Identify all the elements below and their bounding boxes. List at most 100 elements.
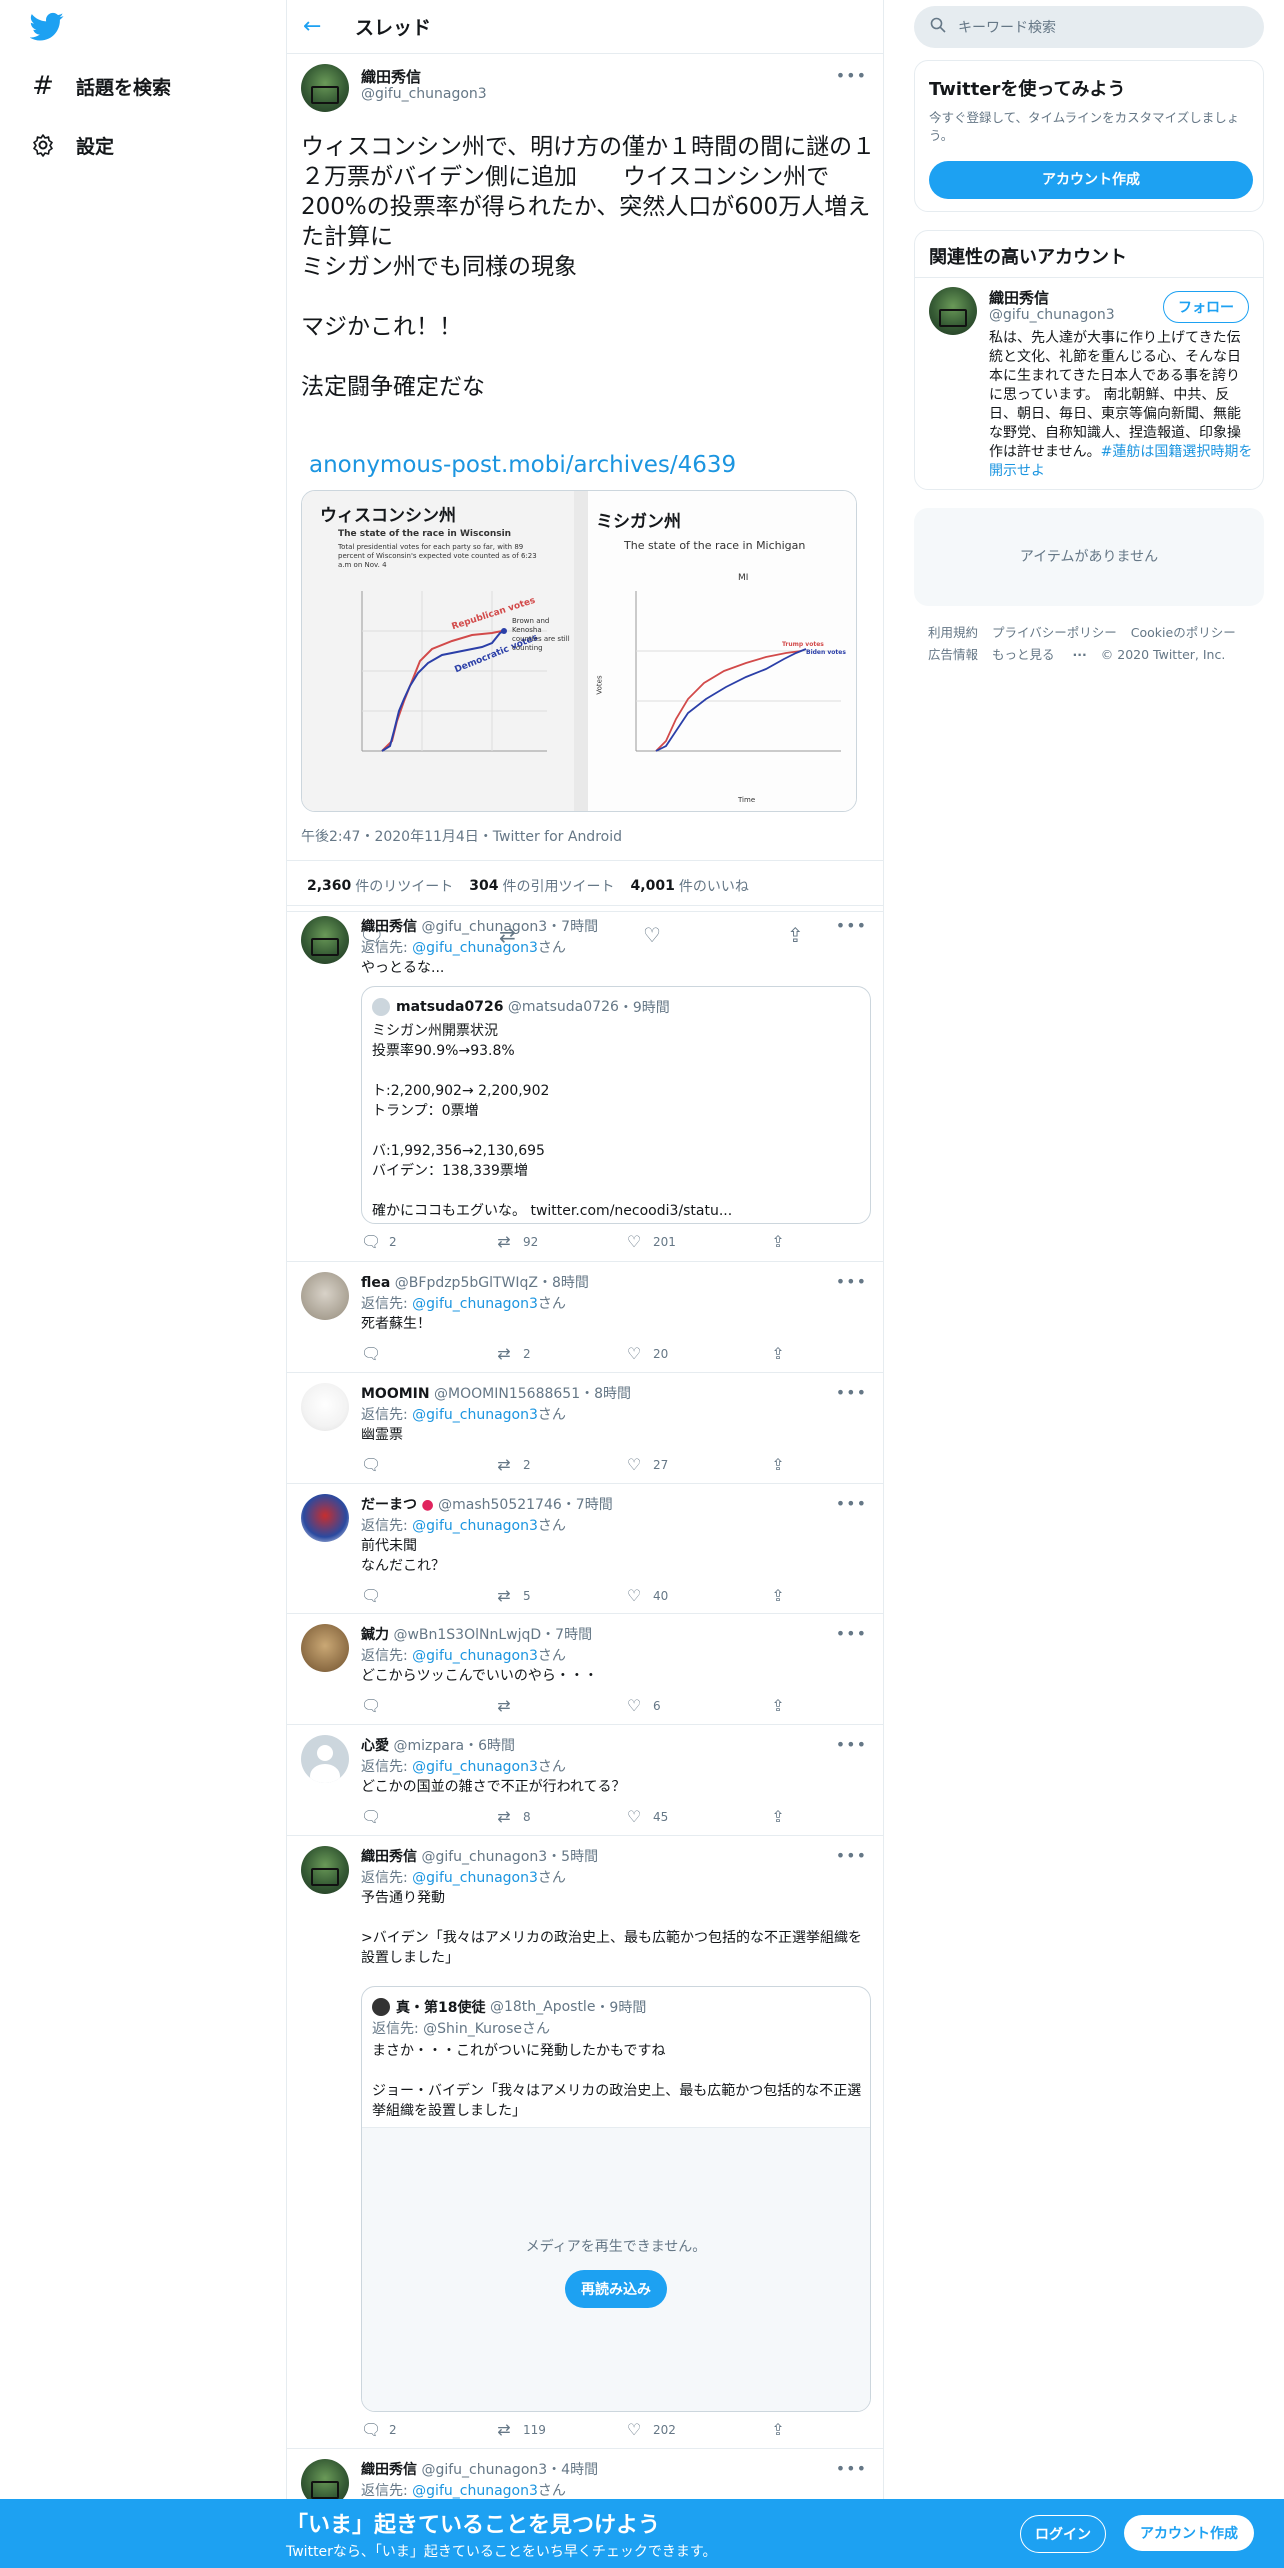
related-name[interactable]: 織田秀信 — [989, 287, 1049, 308]
more-options-icon[interactable]: ••• — [836, 1494, 867, 1513]
reply-handle[interactable]: @gifu_chunagon3 — [421, 1849, 547, 1865]
reply-time[interactable]: ・8時間 — [538, 1275, 589, 1291]
share-icon[interactable]: ⇪ — [769, 1344, 787, 1363]
reply-to-link[interactable]: @gifu_chunagon3 — [412, 1407, 538, 1423]
like-icon[interactable]: ♡ — [625, 2420, 643, 2439]
reply-name[interactable]: 織田秀信 — [361, 2462, 417, 2478]
reply-icon[interactable]: 🗨 — [361, 2420, 381, 2439]
banner-signup-button[interactable]: アカウント作成 — [1124, 2515, 1254, 2551]
footer-cookies[interactable]: Cookieのポリシー — [1131, 625, 1236, 640]
share-icon[interactable]: ⇪ — [769, 1455, 787, 1474]
share-icon[interactable]: ⇪ — [769, 1807, 787, 1826]
reply-handle[interactable]: @mash50521746 — [438, 1497, 562, 1513]
follow-button[interactable]: フォロー — [1163, 291, 1249, 323]
quoted-tweet[interactable]: matsuda0726 @matsuda0726 ・9時間 ミシガン州開票状況 投… — [361, 986, 871, 1224]
tweet-link[interactable]: anonymous-post.mobi/archives/4639 — [309, 452, 736, 478]
reply-time[interactable]: ・7時間 — [547, 919, 598, 935]
reply-to-link[interactable]: @gifu_chunagon3 — [412, 1648, 538, 1664]
reply-tweet[interactable]: flea @BFpdzp5bGlTWIqZ・8時間 ••• 返信先: @gifu… — [287, 1262, 883, 1373]
more-options-icon[interactable]: ••• — [836, 66, 867, 85]
like-icon[interactable]: ♡ — [625, 1586, 643, 1605]
related-handle[interactable]: @gifu_chunagon3 — [989, 307, 1115, 323]
reply-tweet[interactable]: 織田秀信 @gifu_chunagon3・5時間 ••• 返信先: @gifu_… — [287, 1836, 883, 2449]
footer-terms[interactable]: 利用規約 — [928, 625, 978, 640]
tweet-timestamp[interactable]: 午後2:47・2020年11月4日・Twitter for Android — [301, 826, 622, 846]
share-icon[interactable]: ⇪ — [769, 1232, 787, 1251]
create-account-button[interactable]: アカウント作成 — [929, 161, 1253, 199]
reply-time[interactable]: ・5時間 — [547, 1849, 598, 1865]
quotes-count[interactable]: 304 — [469, 878, 498, 894]
avatar[interactable] — [301, 1624, 349, 1672]
twitter-logo-icon[interactable] — [30, 12, 64, 42]
retweets-label[interactable]: 件のリツイート — [355, 876, 453, 896]
like-icon[interactable]: ♡ — [625, 1455, 643, 1474]
reply-time[interactable]: ・6時間 — [464, 1738, 515, 1754]
reply-handle[interactable]: @MOOMIN15688651 — [434, 1386, 580, 1402]
avatar[interactable] — [301, 916, 349, 964]
reply-time[interactable]: ・7時間 — [541, 1627, 592, 1643]
back-arrow-icon[interactable]: ← — [303, 14, 343, 39]
like-icon[interactable]: ♡ — [625, 1696, 643, 1715]
reply-time[interactable]: ・7時間 — [562, 1497, 613, 1513]
footer-more[interactable]: もっと見る ··· — [992, 647, 1087, 662]
login-button[interactable]: ログイン — [1020, 2515, 1106, 2553]
reply-name[interactable]: だーまつ — [361, 1497, 417, 1513]
reply-icon[interactable]: 🗨 — [361, 1696, 381, 1715]
share-icon[interactable]: ⇪ — [769, 1696, 787, 1715]
nav-settings[interactable]: 設定 — [30, 125, 114, 165]
more-options-icon[interactable]: ••• — [836, 1272, 867, 1291]
related-avatar[interactable] — [929, 287, 977, 335]
likes-count[interactable]: 4,001 — [631, 878, 675, 894]
quotes-label[interactable]: 件の引用ツイート — [503, 876, 615, 896]
reply-to-link[interactable]: @gifu_chunagon3 — [412, 1296, 538, 1312]
like-icon[interactable]: ♡ — [625, 1232, 643, 1251]
reply-to-link[interactable]: @gifu_chunagon3 — [412, 1870, 538, 1886]
reply-name[interactable]: 心愛 — [361, 1738, 389, 1754]
reply-icon[interactable]: 🗨 — [361, 1232, 381, 1251]
reply-tweet[interactable]: だーまつ ● @mash50521746・7時間 ••• 返信先: @gifu_… — [287, 1484, 883, 1614]
reply-name[interactable]: MOOMIN — [361, 1386, 430, 1402]
share-icon[interactable]: ⇪ — [769, 2420, 787, 2439]
reply-icon[interactable]: 🗨 — [361, 1807, 381, 1826]
tweet-media-image[interactable]: ウィスコンシン州 The state of the race in Wiscon… — [301, 490, 857, 812]
more-options-icon[interactable]: ••• — [836, 2459, 867, 2478]
reply-to-link[interactable]: @gifu_chunagon3 — [412, 1759, 538, 1775]
retweet-icon[interactable]: ⇄ — [495, 1232, 513, 1251]
like-icon[interactable]: ♡ — [625, 1344, 643, 1363]
reply-handle[interactable]: @gifu_chunagon3 — [421, 2462, 547, 2478]
reply-icon[interactable]: 🗨 — [361, 1344, 381, 1363]
more-options-icon[interactable]: ••• — [836, 1846, 867, 1865]
reply-handle[interactable]: @BFpdzp5bGlTWIqZ — [395, 1275, 538, 1291]
more-options-icon[interactable]: ••• — [836, 1735, 867, 1754]
retweet-icon[interactable]: ⇄ — [495, 1696, 513, 1715]
retweets-count[interactable]: 2,360 — [307, 878, 351, 894]
more-options-icon[interactable]: ••• — [836, 1383, 867, 1402]
retweet-icon[interactable]: ⇄ — [495, 1344, 513, 1363]
like-icon[interactable]: ♡ — [625, 1807, 643, 1826]
reply-time[interactable]: ・8時間 — [580, 1386, 631, 1402]
reply-to-link[interactable]: @gifu_chunagon3 — [412, 2483, 538, 2499]
avatar[interactable] — [301, 1272, 349, 1320]
retweet-icon[interactable]: ⇄ — [495, 1807, 513, 1826]
author-name[interactable]: 織田秀信 — [361, 66, 421, 87]
reply-name[interactable]: 織田秀信 — [361, 1849, 417, 1865]
author-handle[interactable]: @gifu_chunagon3 — [361, 86, 487, 102]
reply-name[interactable]: 鍼力 — [361, 1627, 389, 1643]
avatar[interactable] — [301, 1846, 349, 1894]
retweet-icon[interactable]: ⇄ — [495, 2420, 513, 2439]
reply-tweet[interactable]: 心愛 @mizpara・6時間 ••• 返信先: @gifu_chunagon3… — [287, 1725, 883, 1836]
avatar[interactable] — [301, 64, 349, 112]
reply-handle[interactable]: @gifu_chunagon3 — [421, 919, 547, 935]
reply-tweet[interactable]: 織田秀信 @gifu_chunagon3・7時間 ••• 返信先: @gifu_… — [287, 906, 883, 1262]
more-options-icon[interactable]: ••• — [836, 916, 867, 935]
reply-time[interactable]: ・4時間 — [547, 2462, 598, 2478]
reply-to-link[interactable]: @gifu_chunagon3 — [412, 940, 538, 956]
reply-name[interactable]: 織田秀信 — [361, 919, 417, 935]
footer-ads[interactable]: 広告情報 — [928, 647, 978, 662]
retweet-icon[interactable]: ⇄ — [495, 1586, 513, 1605]
reply-tweet[interactable]: MOOMIN @MOOMIN15688651・8時間 ••• 返信先: @gif… — [287, 1373, 883, 1484]
search-input[interactable]: キーワード検索 — [914, 6, 1264, 48]
reply-tweet[interactable]: 鍼力 @wBn1S3OlNnLwjqD・7時間 ••• 返信先: @gifu_c… — [287, 1614, 883, 1725]
reply-icon[interactable]: 🗨 — [361, 1455, 381, 1474]
likes-label[interactable]: 件のいいね — [679, 876, 749, 896]
